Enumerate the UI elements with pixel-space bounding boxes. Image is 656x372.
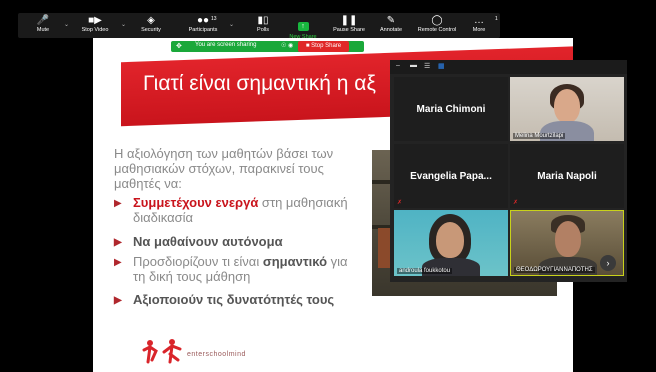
more-badge: 1 xyxy=(495,16,498,22)
shield-icon: ◈ xyxy=(147,15,155,26)
annotate-label: Annotate xyxy=(379,27,403,33)
participant-tile[interactable]: Maria Napoli ✗ xyxy=(510,144,624,208)
stop-icon: ■ xyxy=(305,43,310,49)
slide-bullet: ▶ Προσδιορίζουν τι είναι σημαντικό για τ… xyxy=(114,254,359,284)
more-button[interactable]: … 1 More xyxy=(461,15,498,37)
gallery-view-icon[interactable]: ▦ xyxy=(438,62,445,70)
mute-label: Mute xyxy=(36,27,50,33)
mic-muted-icon: ✗ xyxy=(513,200,519,206)
participant-face xyxy=(436,222,464,258)
drag-handle-icon[interactable]: ✥ xyxy=(176,42,182,50)
more-dots-icon: … xyxy=(474,15,484,26)
bullet-emphasis: σημαντικό xyxy=(262,254,328,269)
gallery-header: – ▬ ☰ ▦ xyxy=(390,60,627,74)
bullet-text: Αξιοποιούν τις δυνατότητές τους xyxy=(133,292,335,307)
participant-name-label: Melina Mourtzilapi xyxy=(513,133,566,139)
video-gallery-panel: – ▬ ☰ ▦ Maria Chimoni Melina Mourtzilapi… xyxy=(390,60,627,282)
pencil-icon: ✎ xyxy=(386,15,396,26)
screen-margin-left xyxy=(0,0,93,372)
participant-name-label: ΘΕΟΔΩΡΟΥΓΙΑΝΝΑΠΟΤΗΣ xyxy=(514,267,595,273)
participant-count: 13 xyxy=(211,16,217,22)
participant-name: Maria Chimoni xyxy=(416,103,486,115)
participant-name: Evangelia Papa... xyxy=(410,170,492,182)
participants-button[interactable]: ●● 13 Participants xyxy=(178,15,228,37)
chevron-down-icon[interactable]: ⌄ xyxy=(64,21,69,28)
participant-face xyxy=(555,221,581,257)
chevron-down-icon[interactable]: ⌄ xyxy=(229,21,234,28)
participant-name: Maria Napoli xyxy=(537,170,597,182)
share-arrow-icon: ↑ xyxy=(297,22,309,31)
bullet-emphasis: Συμμετέχουν ενεργά xyxy=(133,195,259,210)
stop-share-button[interactable]: ■ Stop Share xyxy=(298,41,349,52)
stop-video-label: Stop Video xyxy=(81,27,109,33)
slide-bullet: ▶ Συμμετέχουν ενεργά στη μαθησιακή διαδι… xyxy=(114,195,359,225)
slide-title: Γιατί είναι σημαντική η αξ xyxy=(143,72,376,95)
mic-muted-icon: ✗ xyxy=(397,200,403,206)
bullet-arrow-icon: ▶ xyxy=(114,198,122,209)
new-share-button[interactable]: ↑ New Share xyxy=(278,15,328,40)
participant-tile[interactable]: Maria Chimoni xyxy=(394,77,508,141)
remote-control-label: Remote Control xyxy=(417,27,457,33)
minimize-icon[interactable]: – xyxy=(396,62,400,69)
slide-bullet: ▶ Αξιοποιούν τις δυνατότητές τους xyxy=(114,292,359,307)
enterschoolmind-logo xyxy=(142,339,182,364)
mouse-icon: ◯ xyxy=(431,15,443,26)
participant-face xyxy=(554,89,580,123)
bullet-arrow-icon: ▶ xyxy=(114,257,122,268)
sharing-status-text: You are screen sharing xyxy=(195,42,257,48)
bullet-arrow-icon: ▶ xyxy=(114,237,122,248)
chevron-right-icon: › xyxy=(606,258,610,268)
hide-video-icon[interactable]: ▬ xyxy=(410,62,417,69)
slide-intro-text: Η αξιολόγηση των μαθητών βάσει των μαθησ… xyxy=(114,146,334,191)
annotate-button[interactable]: ✎ Annotate xyxy=(366,15,416,37)
microphone-icon: 🎤 xyxy=(36,15,50,26)
participant-tile[interactable]: Evangelia Papa... ✗ xyxy=(394,144,508,208)
participant-video-tile[interactable]: androula foukkotou xyxy=(394,210,508,276)
participants-icon: ●● xyxy=(196,15,210,26)
bullet-arrow-icon: ▶ xyxy=(114,295,122,306)
mute-button[interactable]: 🎤 Mute xyxy=(18,15,68,37)
stop-video-button[interactable]: ■▶ Stop Video xyxy=(70,15,120,37)
more-label: More xyxy=(472,27,486,33)
bullet-text: Να μαθαίνουν αυτόνομα xyxy=(133,234,283,249)
logo-text: enterschoolmind xyxy=(187,351,246,358)
bullet-text: Προσδιορίζουν τι είναι xyxy=(133,254,263,269)
sharing-icons: ☉ ◉ xyxy=(281,43,294,49)
video-camera-icon: ■▶ xyxy=(88,15,102,26)
participant-video-tile[interactable]: Melina Mourtzilapi xyxy=(510,77,624,141)
stop-share-label: Stop Share xyxy=(311,43,342,49)
participant-name-label: androula foukkotou xyxy=(397,268,453,274)
security-label: Security xyxy=(141,27,161,33)
slide-bullet: ▶ Να μαθαίνουν αυτόνομα xyxy=(114,234,359,249)
remote-control-button[interactable]: ◯ Remote Control xyxy=(412,15,462,37)
speaker-view-icon[interactable]: ☰ xyxy=(424,62,430,70)
next-page-button[interactable]: › xyxy=(600,255,616,271)
security-button[interactable]: ◈ Security xyxy=(126,15,176,37)
meeting-toolbar: 🎤 Mute ⌄ ■▶ Stop Video ⌄ ◈ Security ●● 1… xyxy=(18,13,500,40)
participants-label: Participants xyxy=(188,27,218,33)
